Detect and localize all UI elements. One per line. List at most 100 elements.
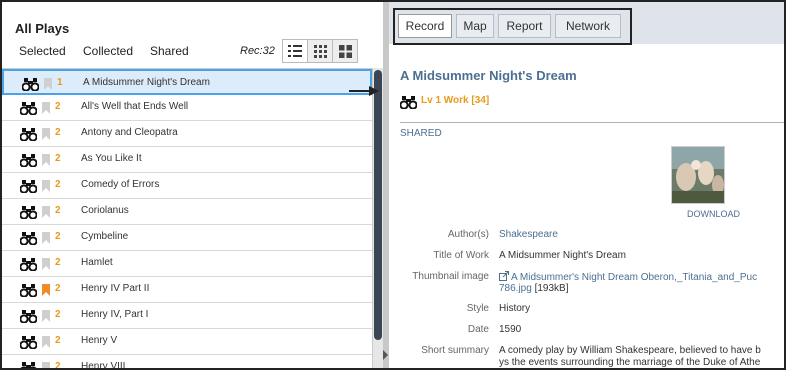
level-badge: 2 bbox=[55, 127, 61, 138]
binoculars-icon[interactable] bbox=[20, 154, 37, 167]
binoculars-icon[interactable] bbox=[20, 232, 37, 245]
tab-record[interactable]: Record bbox=[398, 14, 452, 38]
thumbnail-image bbox=[672, 147, 724, 203]
list-item-title: A Midsummer Night's Dream bbox=[83, 77, 210, 88]
scrollbar-thumb[interactable] bbox=[374, 70, 382, 340]
record-title: A Midsummer Night's Dream bbox=[400, 68, 577, 83]
field-value: A comedy play by William Shakespeare, be… bbox=[499, 345, 761, 368]
view-mode-group bbox=[282, 39, 358, 63]
level-badge: 2 bbox=[55, 179, 61, 190]
bookmark-icon[interactable] bbox=[42, 336, 50, 348]
field-label: Date bbox=[467, 324, 489, 335]
level-badge: 2 bbox=[55, 335, 61, 346]
bookmark-icon[interactable] bbox=[42, 284, 50, 296]
list-item[interactable]: 2 Henry V bbox=[2, 329, 372, 355]
list-item-title: Henry VIII bbox=[81, 361, 126, 368]
level-badge: 2 bbox=[55, 205, 61, 216]
list-item-title: Coriolanus bbox=[81, 205, 129, 216]
level-badge: 2 bbox=[55, 309, 61, 320]
level-badge: 2 bbox=[55, 231, 61, 242]
grid-large-icon bbox=[338, 44, 352, 58]
list-item[interactable]: 2 Henry IV Part II bbox=[2, 277, 372, 303]
list-item-title: Antony and Cleopatra bbox=[81, 127, 178, 138]
list-item[interactable]: 2 Antony and Cleopatra bbox=[2, 121, 372, 147]
list-item[interactable]: 2 Coriolanus bbox=[2, 199, 372, 225]
bookmark-icon[interactable] bbox=[42, 102, 50, 114]
list-item[interactable]: 2 Hamlet bbox=[2, 251, 372, 277]
summary-line: A comedy play by William Shakespeare, be… bbox=[499, 345, 761, 356]
list-item[interactable]: 2 Henry IV, Part I bbox=[2, 303, 372, 329]
record-panel: Record Map Report Network A Midsummer Ni… bbox=[389, 2, 784, 368]
field-value: A Midsummer Night's Dream bbox=[499, 250, 626, 261]
thumbnail-link-cont[interactable]: 786.jpg bbox=[499, 283, 532, 294]
bookmark-icon[interactable] bbox=[42, 362, 50, 368]
record-level[interactable]: Lv 1 Work [34] bbox=[421, 95, 489, 106]
binoculars-icon[interactable] bbox=[22, 78, 39, 91]
binoculars-icon[interactable] bbox=[20, 258, 37, 271]
bookmark-icon[interactable] bbox=[42, 180, 50, 192]
file-size: [193kB] bbox=[531, 283, 569, 294]
grid-small-icon bbox=[313, 44, 327, 58]
divider bbox=[400, 122, 784, 123]
thumbnail-link[interactable]: A Midsummer's Night Dream Oberon,_Titani… bbox=[511, 272, 757, 283]
field-value: History bbox=[499, 303, 531, 314]
bookmark-icon[interactable] bbox=[42, 310, 50, 322]
bookmark-icon[interactable] bbox=[42, 232, 50, 244]
bookmark-icon[interactable] bbox=[42, 128, 50, 140]
tab-report[interactable]: Report bbox=[498, 14, 551, 38]
detail-tab-bar: Record Map Report Network bbox=[389, 2, 784, 45]
list-view-icon bbox=[288, 45, 302, 57]
record-count: Rec:32 bbox=[240, 45, 275, 57]
binoculars-icon[interactable] bbox=[20, 206, 37, 219]
field-label: Style bbox=[466, 303, 489, 314]
list-item[interactable]: 2 As You Like It bbox=[2, 147, 372, 173]
binoculars-icon[interactable] bbox=[20, 180, 37, 193]
level-badge: 2 bbox=[55, 101, 61, 112]
binoculars-icon[interactable] bbox=[20, 310, 37, 323]
splitter-expand-icon[interactable] bbox=[383, 350, 388, 360]
list-item-title: All's Well that Ends Well bbox=[81, 101, 189, 112]
field-label: Thumbnail image bbox=[412, 271, 489, 282]
list-item[interactable]: 2 All's Well that Ends Well bbox=[2, 95, 372, 121]
level-badge: 2 bbox=[55, 361, 61, 368]
level-badge: 2 bbox=[55, 283, 61, 294]
list-item-title: As You Like It bbox=[81, 153, 142, 164]
bookmark-icon[interactable] bbox=[42, 154, 50, 166]
field-label: Title of Work bbox=[433, 250, 489, 261]
bookmark-icon[interactable] bbox=[42, 258, 50, 270]
list-item[interactable]: 1 A Midsummer Night's Dream bbox=[2, 69, 372, 95]
field-label: Short summary bbox=[421, 345, 489, 356]
binoculars-icon[interactable] bbox=[20, 128, 37, 141]
binoculars-icon bbox=[400, 96, 417, 109]
grid-small-button[interactable] bbox=[307, 39, 333, 63]
list-item[interactable]: 2 Cymbeline bbox=[2, 225, 372, 251]
summary-line: ys the events surrounding the marriage o… bbox=[499, 357, 761, 368]
bookmark-icon[interactable] bbox=[44, 78, 52, 90]
level-badge: 2 bbox=[55, 153, 61, 164]
binoculars-icon[interactable] bbox=[20, 102, 37, 115]
annotation-arrow bbox=[349, 86, 379, 96]
bookmark-icon[interactable] bbox=[42, 206, 50, 218]
record-thumbnail[interactable] bbox=[671, 146, 725, 204]
list-item-title: Henry IV, Part I bbox=[81, 309, 149, 320]
filter-collected[interactable]: Collected bbox=[83, 44, 133, 58]
list-item[interactable]: 2 Comedy of Errors bbox=[2, 173, 372, 199]
field-value[interactable]: Shakespeare bbox=[499, 229, 558, 240]
grid-large-button[interactable] bbox=[332, 39, 358, 63]
results-header: All Plays Selected Collected Shared Rec:… bbox=[2, 2, 383, 68]
results-list: 1 A Midsummer Night's Dream 2 All's Well th… bbox=[2, 68, 372, 368]
tab-network[interactable]: Network bbox=[555, 14, 621, 38]
field-label: Author(s) bbox=[447, 229, 489, 240]
binoculars-icon[interactable] bbox=[20, 362, 37, 368]
field-value[interactable]: A Midsummer's Night Dream Oberon,_Titani… bbox=[499, 271, 757, 294]
tab-map[interactable]: Map bbox=[456, 14, 494, 38]
binoculars-icon[interactable] bbox=[20, 336, 37, 349]
external-link-icon bbox=[499, 271, 509, 281]
binoculars-icon[interactable] bbox=[20, 284, 37, 297]
filter-selected[interactable]: Selected bbox=[19, 44, 66, 58]
download-link[interactable]: DOWNLOAD bbox=[687, 209, 740, 219]
results-scrollbar[interactable] bbox=[372, 68, 383, 368]
filter-shared[interactable]: Shared bbox=[150, 44, 189, 58]
list-item[interactable]: 2 Henry VIII bbox=[2, 355, 372, 368]
list-view-button[interactable] bbox=[282, 39, 308, 63]
